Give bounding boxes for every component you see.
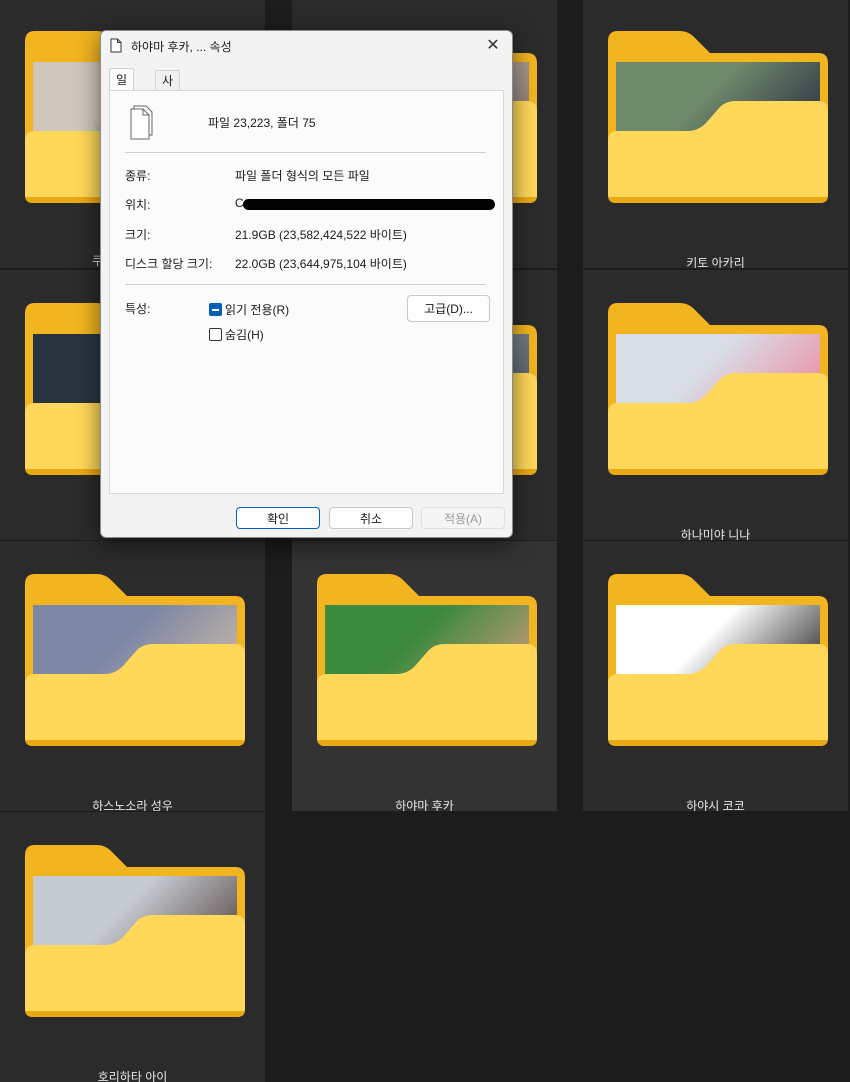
hidden-checkbox[interactable] [209,328,222,341]
disk-size-label: 디스크 할당 크기: [125,257,213,271]
redaction-mark [243,199,495,210]
hidden-label[interactable]: 숨김(H) [225,326,264,343]
tab-customize[interactable]: 사용자 지정 [155,70,181,168]
folder-label: 호리하타 아이 [97,1070,168,1082]
multi-file-icon [129,105,157,144]
folder-icon [25,845,245,1017]
size-value: 21.9GB (23,582,424,522 바이트) [235,228,407,242]
folder-icon [317,574,537,746]
folder-tile[interactable]: 하야마 후카 [292,541,557,811]
type-value: 파일 폴더 형식의 모든 파일 [235,169,370,183]
close-icon[interactable]: ✕ [482,35,504,57]
folder-tile[interactable]: 호리하타 아이 [0,812,265,1082]
folder-label: 하나미야 니나 [680,528,751,540]
document-icon [110,38,122,56]
folder-label: 하야시 코코 [686,799,745,811]
separator [125,152,486,153]
size-label: 크기: [125,228,151,242]
dialog-titlebar[interactable]: 하야마 후카, ... 속성 ✕ [101,31,512,61]
summary-text: 파일 23,223, 폴더 75 [208,116,316,130]
readonly-label[interactable]: 읽기 전용(R) [225,301,289,318]
folder-tile[interactable]: 키토 아카리 [583,0,848,268]
attributes-label: 특성: [125,302,151,316]
dialog-title: 하야마 후카, ... 속성 [131,40,232,54]
location-label: 위치: [125,198,151,212]
tab-general[interactable]: 일반 [109,68,135,109]
separator [125,284,486,285]
folder-tile[interactable]: 하스노소라 성우 [0,541,265,811]
folder-icon [608,303,828,475]
folder-icon [25,574,245,746]
general-panel: 파일 23,223, 폴더 75 종류: 파일 폴더 형식의 모든 파일 위치:… [109,90,504,494]
folder-icon [608,31,828,203]
advanced-button[interactable]: 고급(D)... [407,295,490,322]
type-label: 종류: [125,169,151,183]
folder-label: 하스노소라 성우 [92,799,173,811]
disk-size-value: 22.0GB (23,644,975,104 바이트) [235,257,407,271]
folder-label: 하야마 후카 [395,799,454,811]
folder-label: 키토 아카리 [686,256,745,268]
ok-button[interactable]: 확인 [236,507,320,529]
cancel-button[interactable]: 취소 [329,507,413,529]
folder-icon [608,574,828,746]
folder-tile[interactable]: 하야시 코코 [583,541,848,811]
apply-button[interactable]: 적용(A) [421,507,505,529]
properties-dialog: 하야마 후카, ... 속성 ✕ 일반 사용자 지정 파일 23,223, 폴더… [100,30,513,538]
folder-tile[interactable]: 하나미야 니나 [583,270,848,540]
readonly-checkbox[interactable] [209,303,222,316]
